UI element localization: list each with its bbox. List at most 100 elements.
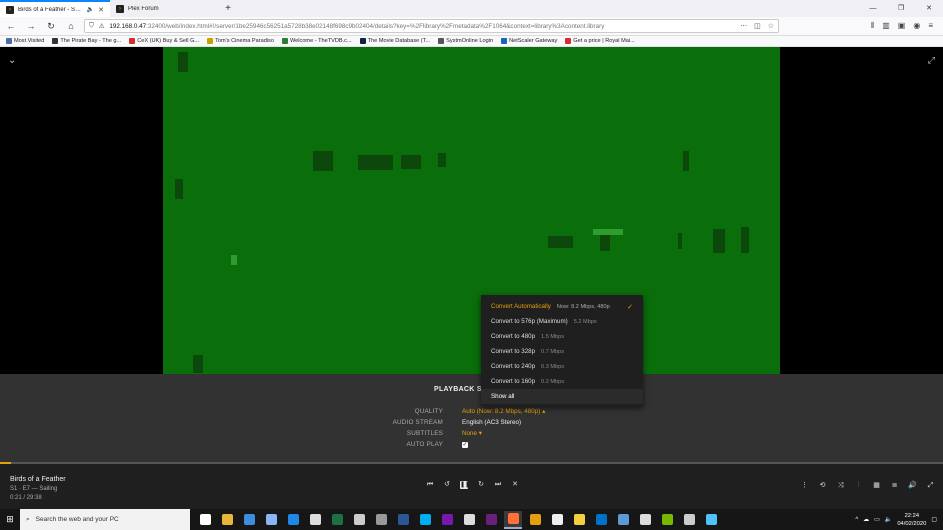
taskbar-app[interactable]	[416, 511, 434, 529]
bookmark-star-icon[interactable]: ☆	[768, 22, 774, 30]
menu-icon[interactable]: ≡	[928, 21, 933, 31]
bookmark-favicon-icon	[565, 38, 572, 44]
bookmark-item[interactable]: The Pirate Bay - The g...	[52, 38, 121, 44]
taskbar-app[interactable]	[636, 511, 654, 529]
quality-option[interactable]: Convert Automatically Now: 8.2 Mbps, 480…	[481, 299, 643, 314]
bookmark-item[interactable]: Welcome - TheTVDB.c...	[281, 38, 352, 44]
taskbar-app[interactable]	[460, 511, 478, 529]
forward-icon[interactable]: ↻	[477, 481, 485, 489]
bookmark-item[interactable]: SystmOnline Login	[438, 38, 493, 44]
new-tab-button[interactable]: +	[220, 0, 236, 17]
reload-icon[interactable]: ↻	[44, 19, 58, 33]
page-actions-icon[interactable]: ⋯	[740, 22, 747, 30]
taskbar-app[interactable]	[614, 511, 632, 529]
stop-icon[interactable]: ✕	[511, 481, 519, 489]
plex-forum-favicon-icon: ›	[116, 4, 124, 13]
lock-icon[interactable]: ⚠	[99, 23, 105, 30]
settings-app-icon	[463, 514, 475, 525]
quality-option[interactable]: Convert to 160p 0.2 Mbps	[481, 374, 643, 389]
quality-option[interactable]: Convert to 480p 1.5 Mbps	[481, 329, 643, 344]
repeat-icon[interactable]: ⟲	[818, 481, 827, 490]
taskbar-app[interactable]	[570, 511, 588, 529]
queue-icon[interactable]: ▦	[872, 481, 881, 490]
now-playing-episode[interactable]: S1 · E7 — Sailing	[10, 486, 57, 492]
now-playing-title[interactable]: Birds of a Feather	[10, 476, 66, 483]
cloud-icon[interactable]: ☁	[863, 516, 869, 523]
taskbar-app[interactable]	[306, 511, 324, 529]
close-tab-icon[interactable]: ✕	[98, 6, 104, 14]
tab-plex-forum[interactable]: › Plex Forum	[110, 0, 220, 17]
taskbar-app[interactable]	[372, 511, 390, 529]
shuffle-icon[interactable]: ⤨	[836, 481, 845, 490]
audio-stream-dropdown[interactable]: English (AC3 Stereo)	[462, 419, 521, 426]
close-window-icon[interactable]: ✕	[915, 0, 943, 17]
taskbar-app[interactable]	[328, 511, 346, 529]
fullscreen-icon[interactable]: ⤢	[928, 55, 935, 66]
taskbar-search-box[interactable]: ⌕ Search the web and your PC	[20, 509, 190, 530]
quality-dropdown[interactable]: Auto (Now: 8.2 Mbps, 480p) ▴	[462, 408, 545, 415]
taskbar-app[interactable]	[438, 511, 456, 529]
fullscreen-toggle-icon[interactable]: ⤢	[926, 481, 935, 490]
taskbar-app[interactable]	[592, 511, 610, 529]
quality-option[interactable]: Convert to 240p 0.3 Mbps	[481, 359, 643, 374]
quality-option[interactable]: Convert to 328p 0.7 Mbps	[481, 344, 643, 359]
forward-arrow-icon[interactable]: →	[24, 19, 38, 33]
volume-icon[interactable]: 🔊	[908, 481, 917, 490]
notifications-icon[interactable]: ▢	[931, 516, 937, 523]
video-artifact	[231, 255, 237, 265]
playback-time: 0:21 / 29:38	[10, 495, 42, 501]
taskbar-app[interactable]	[680, 511, 698, 529]
bookmark-item[interactable]: CeX (UK) Buy & Sell G...	[129, 38, 199, 44]
previous-icon[interactable]: ⏮	[426, 481, 434, 489]
shield-icon[interactable]: ⛉	[89, 22, 94, 30]
subtitles-dropdown[interactable]: None ▾	[462, 430, 482, 437]
taskbar-app[interactable]	[504, 510, 522, 529]
tab-sync-icon[interactable]: ▣	[898, 21, 906, 31]
bookmark-item[interactable]: Most Visited	[6, 38, 44, 44]
bookmark-item[interactable]: The Movie Database (T...	[359, 38, 430, 44]
pause-icon[interactable]: ❚❚	[460, 481, 470, 489]
quality-option[interactable]: Convert to 576p (Maximum) 5.2 Mbps	[481, 314, 643, 329]
replay-icon[interactable]: ↺	[443, 481, 451, 489]
windows-start-icon[interactable]: ⊞	[0, 514, 20, 525]
url-bar[interactable]: ⛉ ⚠ 192.168.0.47:32400/web/index.html#!/…	[84, 19, 779, 33]
chevron-up-icon[interactable]: ^	[855, 517, 858, 523]
more-options-icon[interactable]: ⋮	[800, 481, 809, 490]
taskbar-clock[interactable]: 22:24 04/02/2020	[897, 512, 926, 528]
taskbar-app[interactable]	[262, 511, 280, 529]
taskbar-app[interactable]	[548, 511, 566, 529]
settings-sliders-icon[interactable]: ⫶	[854, 481, 863, 490]
taskbar-app[interactable]	[284, 511, 302, 529]
library-icon[interactable]: ⫴	[871, 21, 874, 31]
taskbar-app[interactable]	[702, 511, 720, 529]
network-icon[interactable]: ▭	[874, 516, 880, 523]
bookmark-item[interactable]: Get a price | Royal Mai...	[565, 38, 635, 44]
auto-play-checkbox[interactable]: ✓	[462, 442, 468, 448]
taskbar-app[interactable]	[394, 511, 412, 529]
taskbar-app[interactable]	[526, 511, 544, 529]
extension-icon[interactable]: ◉	[913, 21, 920, 31]
chevron-down-icon[interactable]: ⌄	[8, 55, 16, 66]
restore-icon[interactable]: ❐	[887, 0, 915, 17]
back-arrow-icon[interactable]: ←	[4, 19, 18, 33]
next-icon[interactable]: ⏭	[494, 481, 502, 489]
taskbar-app[interactable]	[658, 511, 676, 529]
taskbar-app[interactable]	[196, 511, 214, 529]
checkmark-icon: ✓	[627, 303, 633, 311]
minimize-icon[interactable]: —	[859, 0, 887, 17]
taskbar-app[interactable]	[218, 511, 236, 529]
pocket-icon[interactable]: ◫	[754, 22, 761, 30]
bookmark-item[interactable]: Tom's Cinema Paradiso	[207, 38, 274, 44]
home-icon[interactable]: ⌂	[64, 19, 78, 33]
tray-volume-icon[interactable]: 🔈	[885, 516, 892, 523]
taskbar-app[interactable]	[240, 511, 258, 529]
taskbar-app[interactable]	[350, 511, 368, 529]
taskbar-app[interactable]	[482, 511, 500, 529]
tab-plex-player[interactable]: › Birds of a Feather - S1 · E7 🔈 ✕	[0, 0, 110, 17]
show-all-option[interactable]: Show all	[481, 389, 643, 404]
video-frame[interactable]	[163, 47, 780, 374]
playlist-icon[interactable]: ≣	[890, 481, 899, 490]
sidebar-icon[interactable]: ▥	[882, 21, 890, 31]
bookmark-item[interactable]: NetScaler Gateway	[501, 38, 557, 44]
bookmark-favicon-icon	[281, 38, 288, 44]
